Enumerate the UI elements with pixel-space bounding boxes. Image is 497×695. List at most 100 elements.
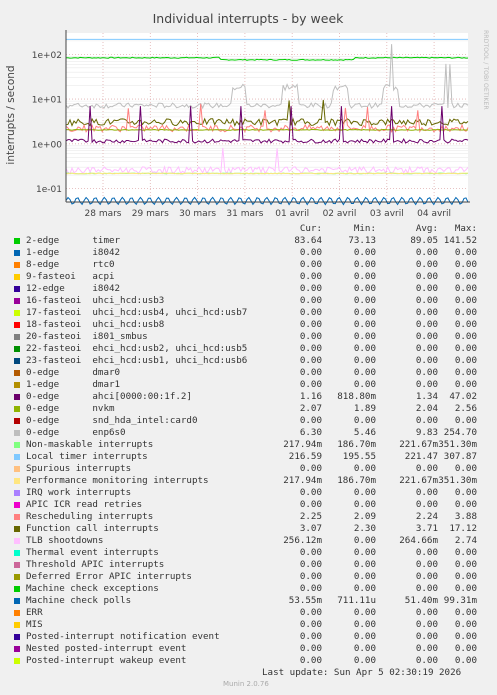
legend-label: 17-fasteoi uhci_hcd:usb4, uhci_hcd:usb7 — [26, 307, 248, 318]
legend-value: 0.00 — [454, 583, 477, 594]
legend-swatch — [14, 346, 20, 352]
column-header: Max: — [454, 223, 477, 234]
legend-value: 0.00 — [454, 271, 477, 282]
legend-value: 0.00 — [454, 487, 477, 498]
legend-value: 711.11u — [337, 595, 376, 606]
y-tick-label: 1e+01 — [32, 96, 62, 106]
legend-label: 1-edge i8042 — [26, 247, 121, 258]
legend-value: 0.00 — [299, 655, 322, 666]
legend-swatch — [14, 394, 20, 400]
x-tick-label: 30 mars — [179, 209, 216, 219]
legend-value: 0.00 — [299, 331, 322, 342]
legend-swatch — [14, 658, 20, 664]
legend-value: 0.00 — [299, 415, 322, 426]
legend-value: 0.00 — [353, 343, 376, 354]
legend-swatch — [14, 298, 20, 304]
legend-value: 0.00 — [299, 463, 322, 474]
legend-value: 0.00 — [299, 319, 322, 330]
x-tick-label: 01 avril — [275, 209, 309, 219]
legend-label: APIC ICR read retries — [26, 499, 143, 510]
legend-label: TLB shootdowns — [26, 535, 104, 546]
legend-value: 0.00 — [353, 283, 376, 294]
legend-value: 256.12m — [283, 535, 322, 546]
legend-value: 0.00 — [299, 247, 322, 258]
legend-label: MIS — [26, 619, 43, 630]
legend-value: 217.94m — [283, 439, 322, 450]
legend-value: 0.00 — [353, 463, 376, 474]
legend-swatch — [14, 622, 20, 628]
legend-value: 0.00 — [299, 259, 322, 270]
legend-value: 2.07 — [299, 403, 322, 414]
x-axis-ticks: 28 mars 29 mars 30 mars 31 mars 01 avril 02 a… — [85, 209, 452, 219]
legend-label: 0-edge dmar0 — [26, 367, 121, 378]
legend-swatch — [14, 574, 20, 580]
legend-value: 0.00 — [454, 283, 477, 294]
legend-value: 0.00 — [454, 247, 477, 258]
legend-value: 0.00 — [353, 487, 376, 498]
legend-value: 0.00 — [353, 655, 376, 666]
legend-swatch — [14, 250, 20, 256]
legend-value: 0.00 — [454, 415, 477, 426]
legend-label: Non-maskable interrupts — [26, 439, 154, 450]
legend-value: 83.64 — [294, 235, 322, 246]
legend-value: 195.55 — [342, 451, 376, 462]
legend-swatch — [14, 562, 20, 568]
legend-value: 141.52 — [443, 235, 477, 246]
y-axis-ticks: 1e-01 1e+00 1e+01 1e+02 — [32, 51, 63, 195]
legend-label: ERR — [26, 607, 43, 618]
legend-value: 6.30 — [299, 427, 322, 438]
legend-value: 0.00 — [454, 379, 477, 390]
legend-swatch — [14, 274, 20, 280]
column-header: Cur: — [299, 223, 322, 234]
legend-value: 0.00 — [353, 535, 376, 546]
legend-value: 0.00 — [353, 415, 376, 426]
legend-value: 0.00 — [454, 259, 477, 270]
legend-value: 0.00 — [353, 643, 376, 654]
legend-value: 0.00 — [299, 499, 322, 510]
legend-value: 0.00 — [454, 367, 477, 378]
legend-swatch — [14, 550, 20, 556]
legend-value: 0.00 — [299, 295, 322, 306]
legend-label: 18-fasteoi uhci_hcd:usb8 — [26, 319, 165, 330]
legend-value: 0.00 — [299, 559, 322, 570]
legend-value: 0.00 — [299, 343, 322, 354]
legend-value: 0.00 — [299, 631, 322, 642]
legend-value: 0.00 — [454, 607, 477, 618]
legend-value: 0.00 — [353, 307, 376, 318]
legend-swatch — [14, 526, 20, 532]
legend-label: Rescheduling interrupts — [26, 511, 154, 522]
legend-value: 186.70m — [337, 475, 376, 486]
legend-value: 0.00 — [454, 631, 477, 642]
legend-value: 99.31m — [443, 595, 477, 606]
legend-label: 22-fasteoi ehci_hcd:usb2, uhci_hcd:usb5 — [26, 343, 248, 354]
legend-value: 0.00 — [353, 571, 376, 582]
legend-value: 0.00 — [353, 583, 376, 594]
legend-value: 0.00 — [353, 259, 376, 270]
legend-swatch — [14, 418, 20, 424]
legend-value: 0.00 — [454, 619, 477, 630]
legend-value: 0.00 — [454, 331, 477, 342]
legend-value: 0.00 — [353, 271, 376, 282]
legend-value: 0.00 — [299, 367, 322, 378]
legend-swatch — [14, 406, 20, 412]
legend-swatch — [14, 490, 20, 496]
x-tick-label: 04 avril — [417, 209, 451, 219]
legend-value: 0.00 — [353, 355, 376, 366]
legend-value: 0.00 — [299, 379, 322, 390]
legend-value: 0.00 — [454, 307, 477, 318]
legend-label: Threshold APIC interrupts — [26, 559, 165, 570]
legend-value: 217.94m — [283, 475, 322, 486]
legend-swatch — [14, 538, 20, 544]
y-tick-label: 1e-01 — [36, 185, 62, 195]
legend-swatch — [14, 502, 20, 508]
legend-value: 2.09 — [353, 511, 376, 522]
legend-value: 73.13 — [348, 235, 376, 246]
watermark: RRDTOOL / TOBI OETIKER — [482, 30, 489, 110]
legend-value: 2.74 — [454, 535, 477, 546]
chart-title: Individual interrupts - by week — [153, 11, 345, 26]
legend-value: 0.00 — [353, 631, 376, 642]
legend-label: Nested posted-interrupt event — [26, 643, 187, 654]
legend-value: 307.87 — [443, 451, 477, 462]
legend-value: 0.00 — [454, 343, 477, 354]
legend-label: 20-fasteoi i801_smbus — [26, 331, 148, 342]
